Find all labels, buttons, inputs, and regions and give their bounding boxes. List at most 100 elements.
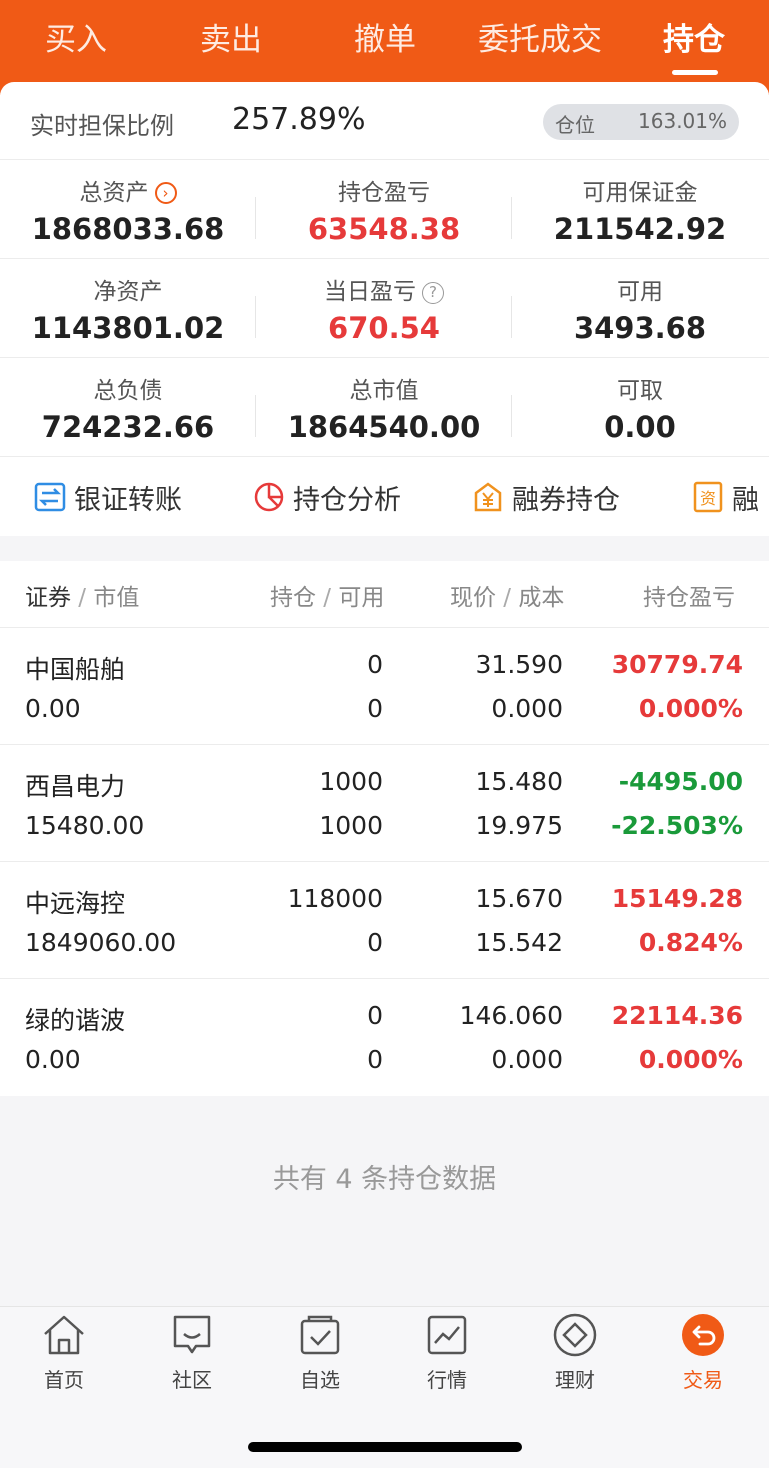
nav-wealth-label: 理财 — [555, 1368, 595, 1392]
total-liabilities-value: 724232.66 — [41, 410, 215, 444]
security-name: 绿的谐波 — [25, 1006, 126, 1035]
short-position-button[interactable]: 融券持仓 — [472, 477, 620, 517]
guarantee-ratio-label: 实时担保比例 — [30, 112, 174, 140]
nav-watchlist-label: 自选 — [300, 1368, 340, 1392]
more-action-label: 融 — [732, 484, 759, 516]
home-indicator — [248, 1442, 522, 1452]
nav-wealth[interactable]: 理财 — [525, 1312, 625, 1393]
nav-watchlist[interactable]: 自选 — [270, 1312, 370, 1393]
nav-home-label: 首页 — [44, 1368, 84, 1392]
divider — [0, 357, 769, 358]
transfer-icon — [34, 481, 66, 513]
watchlist-icon — [300, 1315, 340, 1355]
tab-positions[interactable]: 持仓 — [648, 18, 740, 62]
security-name: 中远海控 — [25, 889, 126, 918]
tab-orders-trades[interactable]: 委托成交 — [468, 18, 612, 62]
pnl-value: -4495.00 — [618, 767, 743, 796]
short-position-label: 融券持仓 — [512, 484, 620, 516]
position-qty: 0 — [367, 650, 383, 679]
header-pnl: 持仓盈亏 — [643, 585, 735, 611]
document-icon: 资 — [692, 481, 724, 513]
available-cash-value: 3493.68 — [573, 311, 707, 345]
more-action-button[interactable]: 资 融 — [692, 477, 759, 517]
nav-community[interactable]: 社区 — [142, 1312, 242, 1393]
cost-price: 19.975 — [475, 811, 563, 840]
nav-market[interactable]: 行情 — [397, 1312, 497, 1393]
position-ratio-label: 仓位 — [555, 113, 595, 137]
position-analysis-label: 持仓分析 — [293, 484, 401, 516]
available-qty: 1000 — [319, 811, 383, 840]
total-assets-value: 1868033.68 — [31, 212, 225, 246]
current-price: 31.590 — [475, 650, 563, 679]
tab-cancel-order[interactable]: 撤单 — [339, 18, 431, 62]
holdings-count-note: 共有 4 条持仓数据 — [272, 1164, 497, 1195]
pnl-percent: 0.824% — [638, 928, 743, 957]
pnl-percent: -22.503% — [611, 811, 743, 840]
available-cash-label: 可用 — [617, 279, 663, 305]
security-name: 中国船舶 — [25, 655, 126, 684]
arrow-circle-icon[interactable]: › — [154, 182, 177, 204]
header-security-market-value: 证券 / 市值 — [25, 585, 140, 611]
position-ratio-value: 163.01% — [638, 109, 727, 133]
market-value: 0.00 — [25, 1045, 81, 1074]
chart-icon — [427, 1315, 467, 1355]
nav-market-label: 行情 — [427, 1368, 467, 1392]
divider — [0, 258, 769, 259]
yen-bag-icon — [472, 481, 504, 513]
diamond-icon — [553, 1313, 597, 1357]
tab-buy[interactable]: 买入 — [30, 18, 122, 62]
pnl-value: 30779.74 — [611, 650, 743, 679]
chat-icon — [173, 1315, 211, 1354]
daily-pnl-label[interactable]: 当日盈亏? — [256, 272, 512, 306]
available-qty: 0 — [367, 694, 383, 723]
net-assets-label: 净资产 — [93, 279, 163, 305]
guarantee-ratio-value: 257.89% — [232, 102, 366, 137]
position-analysis-button[interactable]: 持仓分析 — [253, 477, 401, 517]
nav-trade[interactable]: 交易 — [653, 1312, 753, 1393]
trade-icon — [682, 1314, 724, 1356]
total-market-value-label: 总市值 — [349, 378, 419, 404]
header-price-cost: 现价 / 成本 — [450, 585, 565, 611]
current-price: 15.670 — [475, 884, 563, 913]
total-liabilities-label: 总负债 — [93, 378, 163, 404]
pnl-value: 15149.28 — [611, 884, 743, 913]
nav-trade-label: 交易 — [683, 1368, 723, 1392]
position-pnl-value: 63548.38 — [307, 212, 461, 246]
top-tab-bar: 买入 卖出 撤单 委托成交 持仓 — [0, 0, 769, 95]
position-ratio-badge: 仓位 163.01% — [543, 104, 739, 140]
bank-transfer-label: 银证转账 — [74, 484, 182, 516]
tab-sell[interactable]: 卖出 — [185, 18, 277, 62]
nav-home[interactable]: 首页 — [14, 1312, 114, 1393]
pnl-percent: 0.000% — [638, 694, 743, 723]
table-row[interactable] — [0, 979, 769, 1096]
divider — [255, 197, 256, 239]
position-qty: 118000 — [287, 884, 383, 913]
question-icon[interactable]: ? — [422, 282, 444, 304]
pnl-value: 22114.36 — [611, 1001, 743, 1030]
bank-transfer-button[interactable]: 银证转账 — [34, 477, 182, 517]
nav-community-label: 社区 — [172, 1368, 212, 1392]
divider — [0, 456, 769, 457]
table-row[interactable] — [0, 745, 769, 862]
market-value: 15480.00 — [25, 811, 145, 840]
withdrawable-value: 0.00 — [604, 410, 676, 444]
svg-text:资: 资 — [700, 489, 716, 508]
divider — [255, 296, 256, 338]
cost-price: 0.000 — [491, 694, 563, 723]
pie-chart-icon — [253, 481, 285, 513]
available-margin-label: 可用保证金 — [582, 180, 698, 206]
total-assets-label[interactable]: 总资产 › — [0, 173, 256, 207]
position-qty: 1000 — [319, 767, 383, 796]
daily-pnl-value: 670.54 — [328, 311, 440, 345]
available-qty: 0 — [367, 1045, 383, 1074]
table-row[interactable] — [0, 628, 769, 745]
home-icon — [44, 1315, 84, 1355]
table-row[interactable] — [0, 862, 769, 979]
available-margin-value: 211542.92 — [553, 212, 727, 246]
header-position-available: 持仓 / 可用 — [270, 585, 385, 611]
withdrawable-label: 可取 — [617, 378, 663, 404]
current-price: 15.480 — [475, 767, 563, 796]
market-value: 0.00 — [25, 694, 81, 723]
total-market-value-value: 1864540.00 — [287, 410, 481, 444]
cost-price: 0.000 — [491, 1045, 563, 1074]
